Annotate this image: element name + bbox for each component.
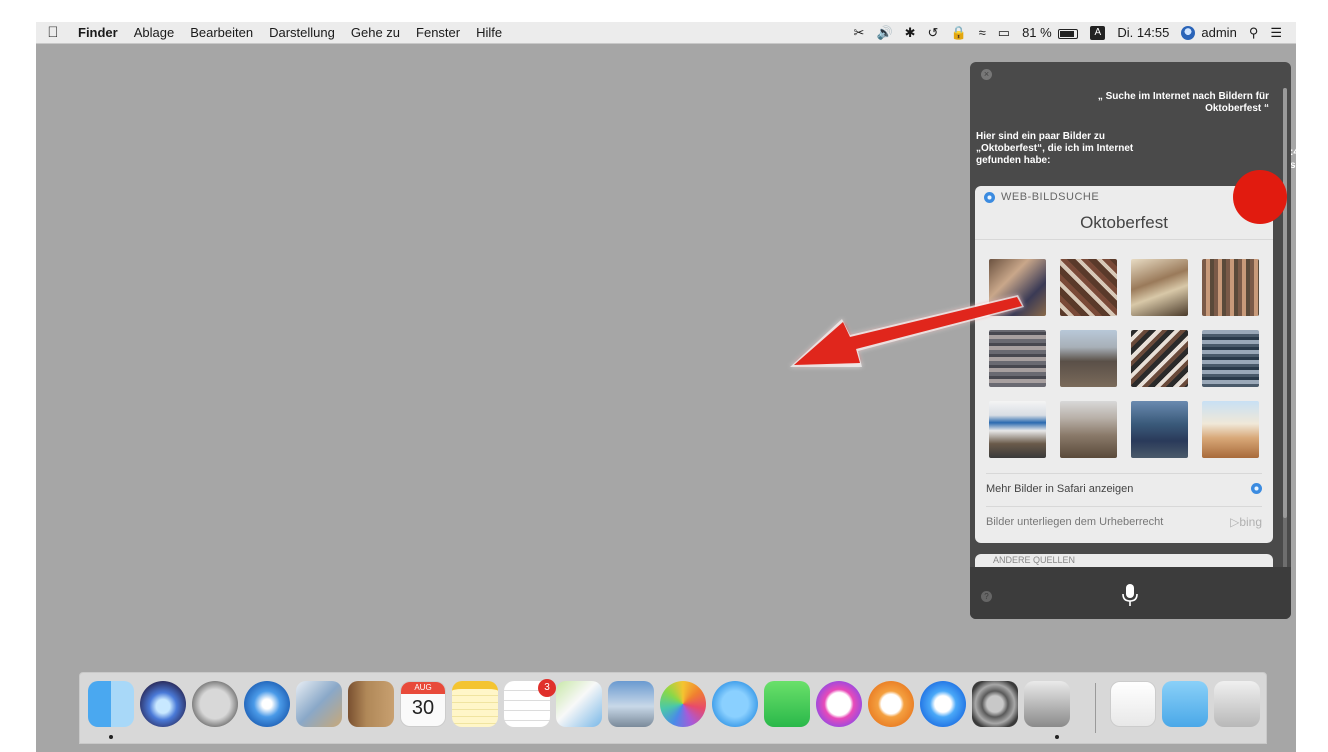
image-thumbnail[interactable] (1131, 330, 1188, 387)
battery-percent: 81 % (1022, 25, 1052, 40)
messages-icon[interactable] (712, 681, 758, 727)
siri-scrollbar-thumb[interactable] (1283, 88, 1287, 518)
safari-icon (1251, 483, 1262, 494)
menu-bar:  Finder Ablage Bearbeiten Darstellung G… (36, 22, 1296, 44)
siri-query-text: „ Suche im Internet nach Bildern für Okt… (1097, 91, 1269, 114)
menu-fenster[interactable]: Fenster (408, 25, 468, 40)
image-thumbnail[interactable] (1131, 259, 1188, 316)
card-title: Oktoberfest (975, 208, 1273, 240)
edge-text-line-2: sd (1290, 160, 1302, 171)
microphone-icon[interactable] (1121, 583, 1139, 607)
volume-icon[interactable]: 🔊 (870, 25, 898, 41)
bing-label: bing (1239, 514, 1262, 529)
scissors-icon[interactable]: ✂ (848, 25, 871, 41)
photos-icon[interactable] (660, 681, 706, 727)
airplay-icon[interactable]: ▭ (992, 25, 1016, 41)
image-thumbnail[interactable] (1060, 401, 1117, 458)
dock-separator (1095, 683, 1096, 733)
status-area: ✂ 🔊 ✱ ↺ 🔒 ≈ ▭ 81 % A Di. 14:55 admin ⚲ ☰ (848, 25, 1296, 41)
image-thumbnail[interactable] (1202, 401, 1259, 458)
ibooks-icon[interactable] (868, 681, 914, 727)
battery-icon (1058, 28, 1079, 39)
copyright-label: Bilder unterliegen dem Urheberrecht (986, 515, 1164, 528)
menu-gehe-zu[interactable]: Gehe zu (343, 25, 408, 40)
launchpad-icon[interactable] (192, 681, 238, 727)
finder-running-indicator (109, 735, 113, 739)
lock-icon[interactable]: 🔒 (944, 25, 972, 41)
help-icon[interactable]: ? (981, 591, 992, 602)
edge-text-line-1: :4 (1290, 147, 1299, 158)
copyright-row: Bilder unterliegen dem Urheberrecht ▷bin… (986, 506, 1262, 536)
calendar-icon[interactable]: AUG 30 (400, 681, 446, 727)
image-thumbnail[interactable] (1131, 401, 1188, 458)
app-store-icon[interactable] (920, 681, 966, 727)
red-arrow-annotation (790, 295, 1024, 367)
desktop-edge-text: :4 sd (1290, 146, 1302, 172)
bluetooth-icon[interactable]: ✱ (899, 25, 922, 41)
other-sources-header: ANDERE QUELLEN (993, 555, 1076, 565)
time-machine-icon[interactable]: ↺ (922, 25, 945, 41)
siri-answer-text: Hier sind ein paar Bilder zu „Oktoberfes… (976, 131, 1134, 166)
bing-logo: ▷bing (1230, 514, 1262, 529)
maps-icon[interactable] (556, 681, 602, 727)
siri-icon[interactable] (140, 681, 186, 727)
siri-close-icon[interactable]: × (981, 69, 992, 80)
image-thumbnail[interactable] (1202, 330, 1259, 387)
finder-icon[interactable] (88, 681, 134, 727)
folder-icon[interactable] (1162, 681, 1208, 727)
apple-icon[interactable]:  (36, 24, 70, 41)
user-menu[interactable]: admin (1175, 25, 1242, 41)
trash-icon[interactable] (1214, 681, 1260, 727)
clock[interactable]: Di. 14:55 (1111, 25, 1175, 40)
input-source-indicator[interactable]: A (1090, 25, 1106, 40)
menu-hilfe[interactable]: Hilfe (468, 25, 510, 40)
document-stack-icon[interactable] (1110, 681, 1156, 727)
user-avatar-icon (1181, 26, 1196, 41)
system-preferences-icon[interactable] (972, 681, 1018, 727)
other-sources-card[interactable]: ANDERE QUELLEN (975, 554, 1273, 568)
image-thumbnail[interactable] (1060, 259, 1117, 316)
card-header-label: WEB-BILDSUCHE (1001, 191, 1100, 203)
siri-footer: ? (970, 567, 1291, 619)
image-thumbnail[interactable] (1202, 259, 1259, 316)
calendar-month: AUG (401, 682, 445, 694)
image-thumbnail[interactable] (1060, 330, 1117, 387)
notification-center-icon[interactable]: ☰ (1264, 25, 1288, 41)
menu-app-finder[interactable]: Finder (70, 25, 126, 40)
contacts-icon[interactable] (348, 681, 394, 727)
utilities-icon[interactable] (1024, 681, 1070, 727)
reminders-badge: 3 (538, 679, 556, 697)
itunes-icon[interactable] (816, 681, 862, 727)
facetime-icon[interactable] (764, 681, 810, 727)
safari-icon[interactable] (244, 681, 290, 727)
utilities-running-indicator (1055, 735, 1059, 739)
more-images-in-safari-link[interactable]: Mehr Bilder in Safari anzeigen (986, 473, 1262, 503)
user-name: admin (1201, 24, 1237, 40)
spotlight-search-icon[interactable]: ⚲ (1243, 25, 1265, 41)
dock: AUG 30 3 (79, 672, 1267, 744)
battery-status[interactable]: 81 % (1016, 25, 1084, 40)
card-header: WEB-BILDSUCHE (975, 186, 1273, 208)
menu-bearbeiten[interactable]: Bearbeiten (182, 25, 261, 40)
preview-icon[interactable] (608, 681, 654, 727)
image-thumbnail[interactable] (989, 401, 1046, 458)
wifi-icon[interactable]: ≈ (973, 25, 992, 40)
recording-indicator-dot (1233, 170, 1287, 224)
mail-icon[interactable] (296, 681, 342, 727)
notes-icon[interactable] (452, 681, 498, 727)
menu-darstellung[interactable]: Darstellung (261, 25, 343, 40)
menu-ablage[interactable]: Ablage (126, 25, 182, 40)
calendar-day: 30 (411, 697, 435, 719)
safari-compass-icon (984, 191, 995, 203)
more-images-label: Mehr Bilder in Safari anzeigen (986, 482, 1134, 495)
